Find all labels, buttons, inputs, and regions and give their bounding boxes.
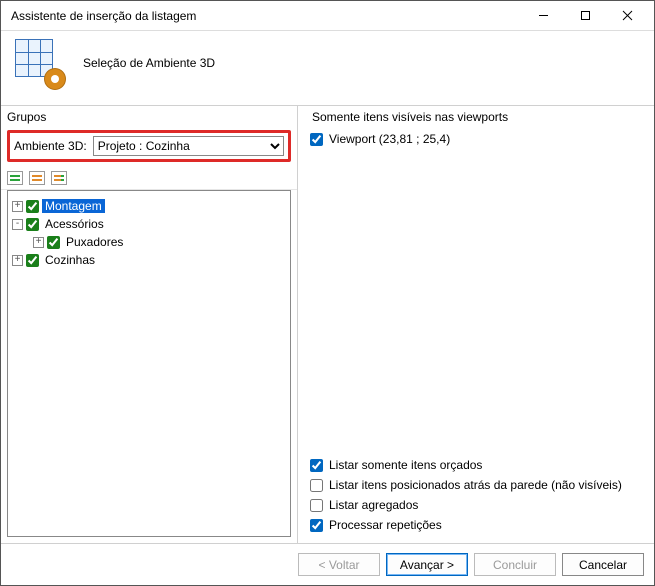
tree-node-cozinhas[interactable]: + Cozinhas bbox=[12, 251, 286, 269]
finish-button: Concluir bbox=[474, 553, 556, 576]
expand-icon[interactable]: - bbox=[12, 219, 23, 230]
maximize-button[interactable] bbox=[564, 2, 606, 30]
listing-wizard-icon bbox=[15, 39, 63, 87]
expand-icon[interactable]: + bbox=[12, 201, 23, 212]
groups-tree[interactable]: + Montagem - Acessórios + Puxadores + bbox=[7, 190, 291, 537]
grupos-label: Grupos bbox=[1, 106, 297, 128]
tree-checkbox[interactable] bbox=[26, 200, 39, 213]
uncheck-all-icon[interactable] bbox=[29, 171, 45, 185]
tree-checkbox[interactable] bbox=[47, 236, 60, 249]
window-title: Assistente de inserção da listagem bbox=[11, 9, 522, 23]
tree-label: Puxadores bbox=[63, 235, 126, 249]
toggle-checks-icon[interactable] bbox=[51, 171, 67, 185]
tree-checkbox[interactable] bbox=[26, 218, 39, 231]
footer: < Voltar Avançar > Concluir Cancelar bbox=[1, 543, 654, 585]
tree-label: Acessórios bbox=[42, 217, 107, 231]
minimize-button[interactable] bbox=[522, 2, 564, 30]
viewport-list: Viewport (23,81 ; 25,4) bbox=[306, 128, 646, 451]
option-orcados[interactable]: Listar somente itens orçados bbox=[310, 455, 642, 475]
tree-node-acessorios[interactable]: - Acessórios bbox=[12, 215, 286, 233]
right-panel: Somente itens visíveis nas viewports Vie… bbox=[298, 106, 654, 543]
tree-node-puxadores[interactable]: + Puxadores bbox=[12, 233, 286, 251]
titlebar: Assistente de inserção da listagem bbox=[1, 1, 654, 31]
option-label: Listar somente itens orçados bbox=[329, 458, 482, 472]
viewport-item[interactable]: Viewport (23,81 ; 25,4) bbox=[310, 130, 642, 148]
option-checkbox[interactable] bbox=[310, 459, 323, 472]
viewports-section-label: Somente itens visíveis nas viewports bbox=[306, 106, 646, 128]
cancel-button[interactable]: Cancelar bbox=[562, 553, 644, 576]
option-checkbox[interactable] bbox=[310, 479, 323, 492]
option-label: Listar agregados bbox=[329, 498, 418, 512]
ambient-3d-label: Ambiente 3D: bbox=[14, 139, 87, 153]
viewport-label: Viewport (23,81 ; 25,4) bbox=[329, 132, 450, 146]
option-checkbox[interactable] bbox=[310, 519, 323, 532]
check-all-icon[interactable] bbox=[7, 171, 23, 185]
header: Seleção de Ambiente 3D bbox=[1, 31, 654, 105]
option-agregados[interactable]: Listar agregados bbox=[310, 495, 642, 515]
expand-icon[interactable]: + bbox=[12, 255, 23, 266]
option-checkbox[interactable] bbox=[310, 499, 323, 512]
tree-label: Cozinhas bbox=[42, 253, 98, 267]
left-panel: Grupos Ambiente 3D: Projeto : Cozinha + … bbox=[1, 106, 298, 543]
tree-checkbox[interactable] bbox=[26, 254, 39, 267]
option-label: Processar repetições bbox=[329, 518, 442, 532]
header-subtitle: Seleção de Ambiente 3D bbox=[83, 56, 215, 70]
tree-toolbar bbox=[1, 168, 297, 190]
expand-icon[interactable]: + bbox=[33, 237, 44, 248]
ambient-row-highlight: Ambiente 3D: Projeto : Cozinha bbox=[7, 130, 291, 162]
tree-label: Montagem bbox=[42, 199, 105, 213]
option-repeticoes[interactable]: Processar repetições bbox=[310, 515, 642, 535]
options-block: Listar somente itens orçados Listar iten… bbox=[306, 451, 646, 543]
option-label: Listar itens posicionados atrás da pared… bbox=[329, 478, 622, 492]
next-button[interactable]: Avançar > bbox=[386, 553, 468, 576]
window-root: Assistente de inserção da listagem Seleç… bbox=[0, 0, 655, 586]
back-button: < Voltar bbox=[298, 553, 380, 576]
ambient-3d-select[interactable]: Projeto : Cozinha bbox=[93, 136, 284, 156]
viewport-checkbox[interactable] bbox=[310, 133, 323, 146]
body: Grupos Ambiente 3D: Projeto : Cozinha + … bbox=[1, 105, 654, 543]
option-atras-parede[interactable]: Listar itens posicionados atrás da pared… bbox=[310, 475, 642, 495]
close-button[interactable] bbox=[606, 2, 648, 30]
tree-node-montagem[interactable]: + Montagem bbox=[12, 197, 286, 215]
